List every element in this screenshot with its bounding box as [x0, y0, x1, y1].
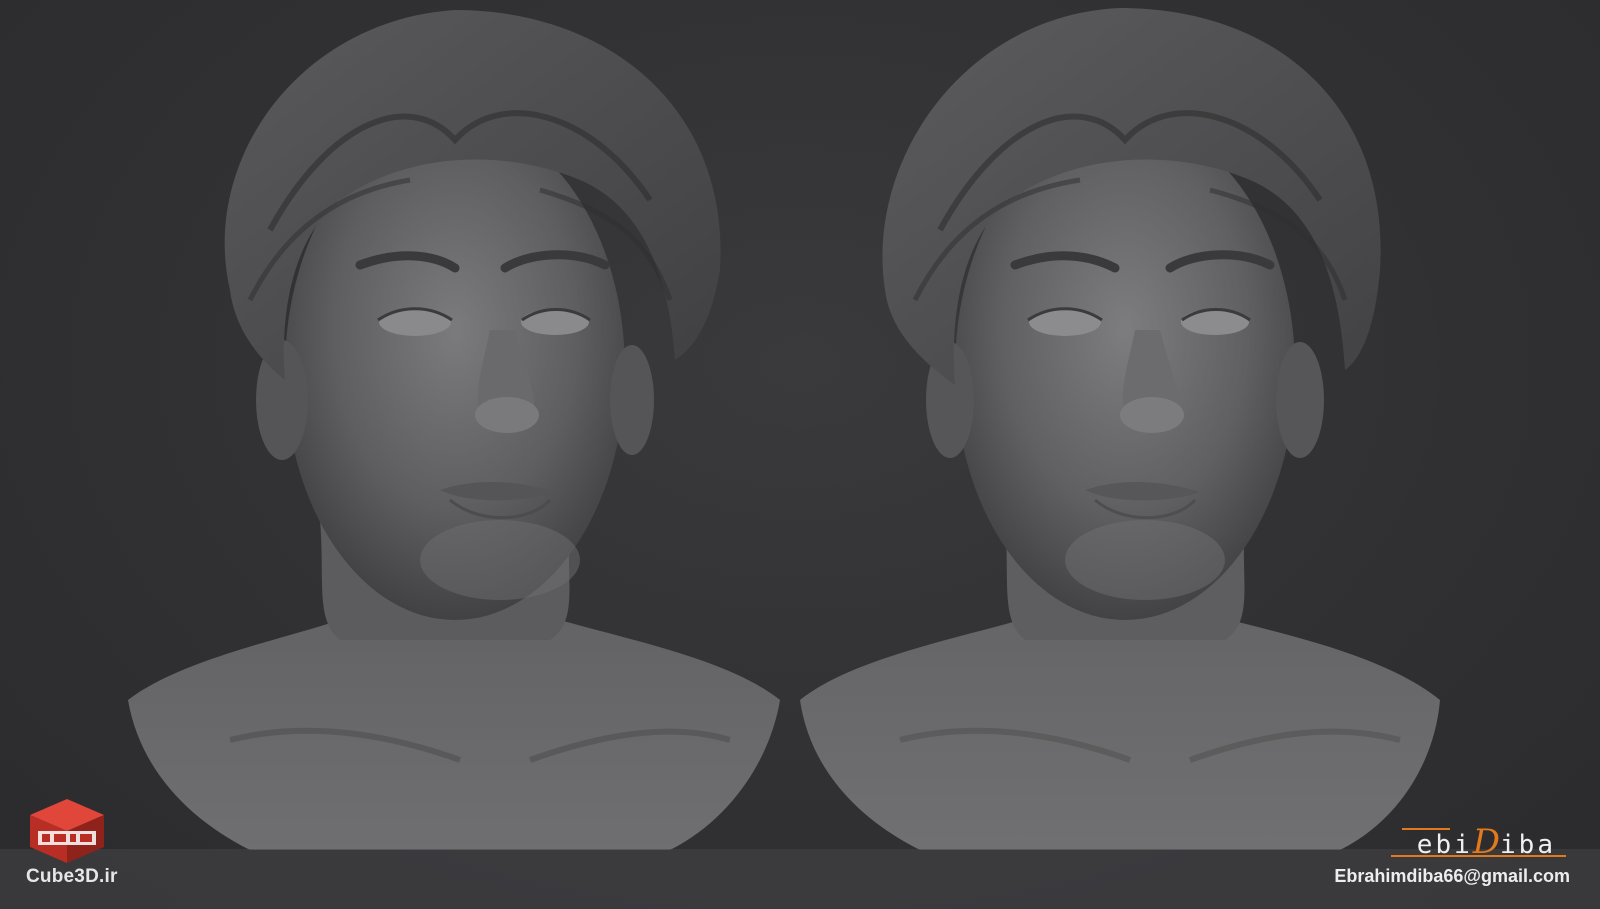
signature-accent-stroke [1402, 828, 1450, 830]
bust-sculpt-left-illustration [128, 10, 780, 850]
bust-sculpt-front-right [790, 0, 1480, 909]
signature-underline [1391, 855, 1566, 857]
cube3d-logo-icon [24, 795, 110, 865]
bust-sculpt-right-illustration [800, 8, 1440, 850]
bust-sculpt-front-left [110, 0, 800, 909]
site-watermark-label: Cube3D.ir [26, 866, 118, 887]
sculpt-render: Cube3D.ir ebiDiba Ebrahimdiba66@gmail.co… [0, 0, 1600, 909]
artist-email: Ebrahimdiba66@gmail.com [1334, 866, 1570, 886]
